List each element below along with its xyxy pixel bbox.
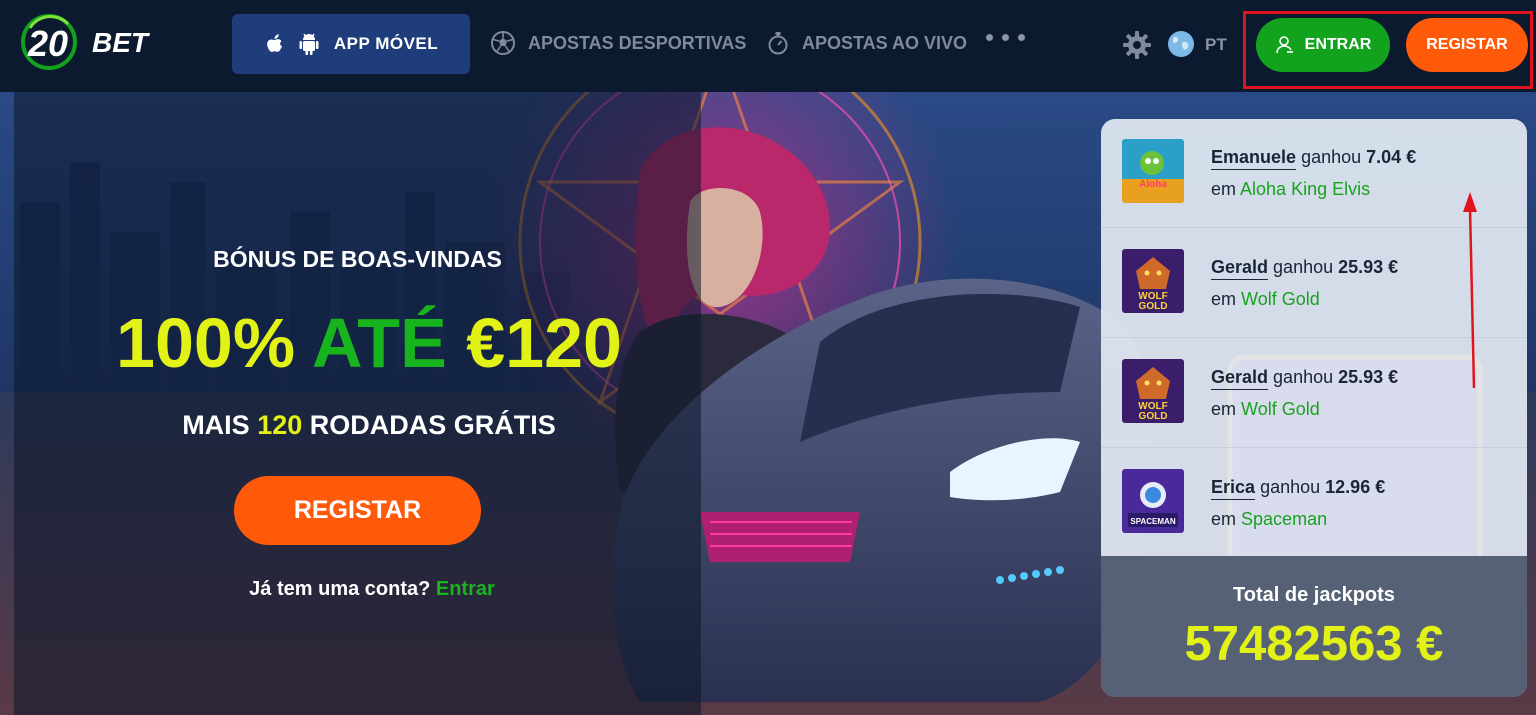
winner-game-line: em Aloha King Elvis xyxy=(1211,179,1370,200)
soccer-ball-icon xyxy=(491,31,515,55)
svg-text:Aloha: Aloha xyxy=(1139,179,1167,190)
app-button-label: APP MÓVEL xyxy=(333,34,439,53)
winner-row: SPACEMAN Erica ganhou 12.96 € em Spacema… xyxy=(1101,449,1527,559)
bonus-percent: 100% xyxy=(116,304,296,382)
more-menu-button[interactable] xyxy=(986,34,1025,41)
logo-text: BET xyxy=(92,27,151,58)
hero-banner: BÓNUS DE BOAS-VINDAS 100% ATÉ €120 MAIS … xyxy=(0,92,1536,715)
free-spins-number: 120 xyxy=(257,410,303,440)
winner-amount: 7.04 € xyxy=(1366,147,1417,167)
gear-icon[interactable] xyxy=(1122,30,1152,60)
nav-live-label: APOSTAS AO VIVO xyxy=(802,32,968,53)
register-button-label: REGISTAR xyxy=(1426,36,1508,53)
register-hero-label: REGISTAR xyxy=(293,496,422,524)
dot-icon xyxy=(1002,34,1009,41)
stopwatch-icon xyxy=(768,32,788,55)
game-link[interactable]: Aloha King Elvis xyxy=(1240,179,1370,199)
register-button-hero[interactable]: REGISTAR xyxy=(234,476,481,545)
game-link[interactable]: Spaceman xyxy=(1241,509,1327,529)
winner-verb: ganhou xyxy=(1273,257,1334,277)
winner-name[interactable]: Emanuele xyxy=(1211,147,1296,167)
winner-amount: 25.93 € xyxy=(1338,257,1399,277)
game-link[interactable]: Wolf Gold xyxy=(1241,289,1320,309)
existing-account-line: Já tem uma conta? Entrar xyxy=(14,578,730,601)
winner-line: Emanuele ganhou 7.04 € xyxy=(1211,147,1416,168)
jackpot-label: Total de jackpots xyxy=(1233,584,1395,606)
login-link[interactable]: Entrar xyxy=(436,578,495,600)
free-spins-suffix: RODADAS GRÁTIS xyxy=(309,410,556,440)
mobile-app-button[interactable]: APP MÓVEL xyxy=(232,14,470,74)
game-prefix: em xyxy=(1211,179,1237,199)
dot-icon xyxy=(986,34,993,41)
android-icon xyxy=(299,33,319,55)
promo-overlay xyxy=(14,92,701,715)
welcome-bonus-title: BÓNUS DE BOAS-VINDAS xyxy=(213,246,502,272)
nav-sports-betting[interactable]: APOSTAS DESPORTIVAS xyxy=(490,30,746,56)
login-question: Já tem uma conta? xyxy=(249,578,431,600)
apple-icon xyxy=(266,34,282,52)
bonus-upto: ATÉ xyxy=(311,304,447,382)
winner-name[interactable]: Erica xyxy=(1211,477,1255,497)
winner-amount: 25.93 € xyxy=(1338,367,1399,387)
language-selector[interactable]: PT xyxy=(1205,35,1227,55)
free-spins-line: MAIS 120 RODADAS GRÁTIS xyxy=(14,410,724,441)
winner-line: Gerald ganhou 25.93 € xyxy=(1211,367,1398,388)
globe-icon[interactable] xyxy=(1166,29,1196,59)
winner-name[interactable]: Gerald xyxy=(1211,367,1268,387)
annotation-arrow-icon xyxy=(1463,192,1477,389)
logo-number: 20 xyxy=(27,23,68,64)
winner-line: Gerald ganhou 25.93 € xyxy=(1211,257,1398,278)
game-prefix: em xyxy=(1211,289,1237,309)
winner-verb: ganhou xyxy=(1273,367,1334,387)
row-divider xyxy=(1101,447,1527,448)
game-thumbnail-wolf-gold[interactable]: WOLF GOLD xyxy=(1122,249,1184,313)
nav-sports-label: APOSTAS DESPORTIVAS xyxy=(528,32,747,53)
winner-amount: 12.96 € xyxy=(1325,477,1386,497)
svg-text:SPACEMAN: SPACEMAN xyxy=(1130,517,1175,526)
20bet-logo[interactable]: 20 BET xyxy=(12,8,162,74)
game-thumbnail-aloha-king-elvis[interactable]: Aloha xyxy=(1122,139,1184,203)
game-thumbnail-spaceman[interactable]: SPACEMAN xyxy=(1122,469,1184,533)
bonus-headline: 100% ATÉ €120 xyxy=(14,304,724,382)
jackpot-total-box: Total de jackpots 57482563 € xyxy=(1101,556,1527,697)
register-button-header[interactable]: REGISTAR xyxy=(1406,18,1528,72)
winner-game-line: em Wolf Gold xyxy=(1211,399,1320,420)
login-button[interactable]: ENTRAR xyxy=(1256,18,1390,72)
winner-name[interactable]: Gerald xyxy=(1211,257,1268,277)
winner-game-line: em Wolf Gold xyxy=(1211,289,1320,310)
top-header: 20 BET APP MÓVEL APOSTAS DESPORTIVAS APO… xyxy=(0,0,1536,92)
nav-live-betting[interactable]: APOSTAS AO VIVO xyxy=(766,30,967,56)
svg-text:GOLD: GOLD xyxy=(1139,301,1168,312)
login-button-label: ENTRAR xyxy=(1304,36,1372,53)
free-spins-prefix: MAIS xyxy=(182,410,250,440)
user-icon xyxy=(1275,36,1293,54)
winner-game-line: em Spaceman xyxy=(1211,509,1327,530)
game-prefix: em xyxy=(1211,509,1237,529)
winner-line: Erica ganhou 12.96 € xyxy=(1211,477,1385,498)
game-link[interactable]: Wolf Gold xyxy=(1241,399,1320,419)
svg-text:GOLD: GOLD xyxy=(1139,411,1168,422)
dot-icon xyxy=(1018,34,1025,41)
winner-verb: ganhou xyxy=(1260,477,1321,497)
game-prefix: em xyxy=(1211,399,1237,419)
game-thumbnail-wolf-gold[interactable]: WOLF GOLD xyxy=(1122,359,1184,423)
winner-verb: ganhou xyxy=(1301,147,1362,167)
jackpot-value: 57482563 € xyxy=(1184,617,1444,671)
bonus-amount: €120 xyxy=(466,304,622,382)
